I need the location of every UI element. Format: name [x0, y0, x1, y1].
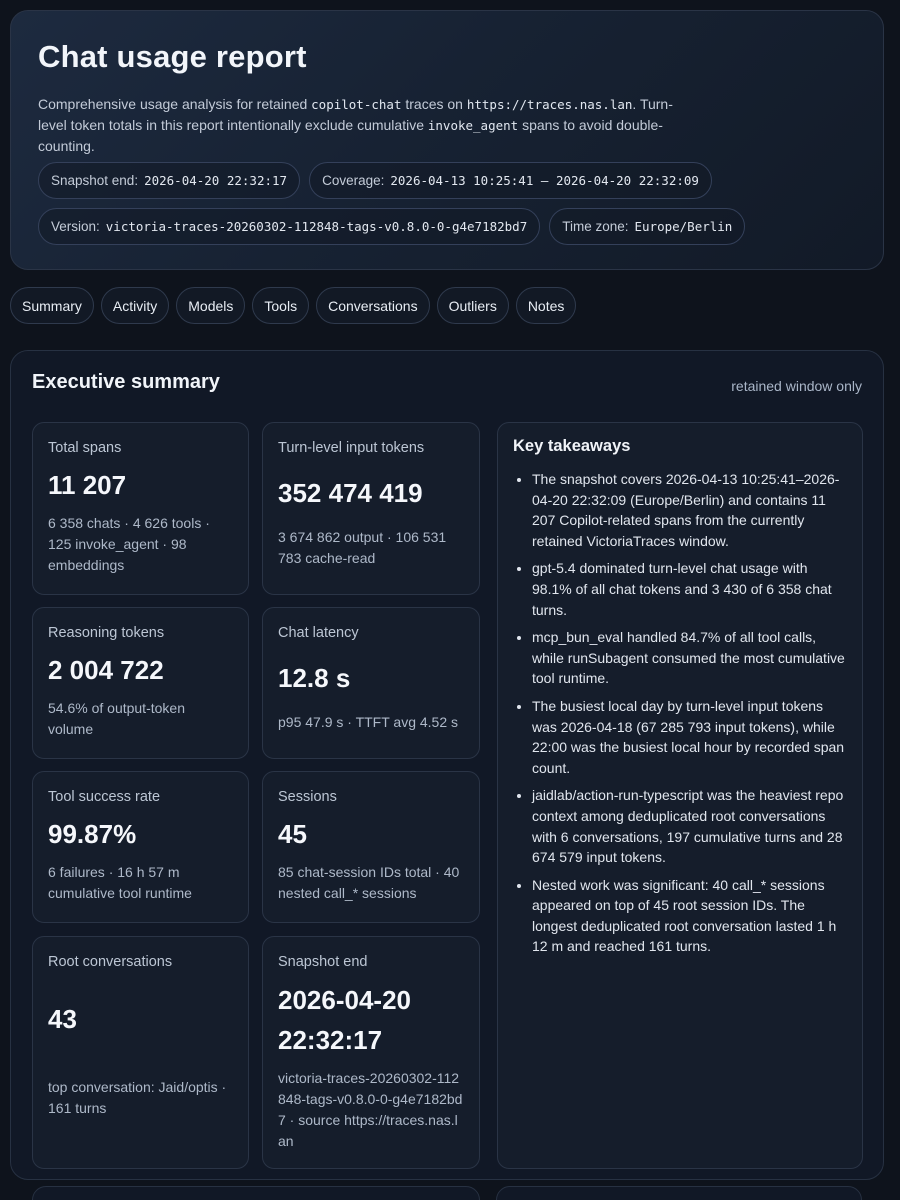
tab-outliers[interactable]: Outliers: [436, 287, 509, 324]
takeaways-title: Key takeaways: [513, 437, 631, 455]
stat-card-tool-success-rate: Tool success rate 99.87% 6 failures · 16…: [32, 771, 249, 923]
stat-card-reasoning-tokens: Reasoning tokens 2 004 722 54.6% of outp…: [32, 607, 249, 759]
stat-card-sessions: Sessions 45 85 chat-session IDs total · …: [262, 771, 480, 923]
stat-card-chat-latency: Chat latency 12.8 s p95 47.9 s · TTFT av…: [262, 607, 480, 759]
stat-card-snapshot-end: Snapshot end 2026-04-20 22:32:17 victori…: [262, 936, 480, 1169]
next-section-card: [32, 1186, 480, 1200]
list-item: mcp_bun_eval handled 84.7% of all tool c…: [532, 627, 847, 689]
key-takeaways-card: Key takeaways The snapshot covers 2026-0…: [497, 422, 863, 1169]
coverage-chip: Coverage: 2026-04-13 10:25:41 – 2026-04-2…: [309, 162, 712, 199]
version-chip: Version: victoria-traces-20260302-112848-…: [38, 208, 541, 245]
metadata-chips: Snapshot end: 2026-04-20 22:32:17 Coverag…: [38, 162, 868, 254]
list-item: jaidlab/action-run-typescript was the he…: [532, 785, 847, 867]
tab-activity[interactable]: Activity: [100, 287, 170, 324]
takeaways-list: The snapshot covers 2026-04-13 10:25:41–…: [513, 469, 847, 957]
snapshot-end-chip: Snapshot end: 2026-04-20 22:32:17: [38, 162, 301, 199]
tab-notes[interactable]: Notes: [515, 287, 577, 324]
tab-tools[interactable]: Tools: [252, 287, 310, 324]
list-item: Nested work was significant: 40 call_* s…: [532, 875, 847, 957]
tab-conversations[interactable]: Conversations: [316, 287, 430, 324]
stat-card-root-conversations: Root conversations 43 top conversation: …: [32, 936, 249, 1169]
list-item: The busiest local day by turn-level inpu…: [532, 696, 847, 778]
list-item: gpt-5.4 dominated turn-level chat usage …: [532, 558, 847, 620]
next-section-card: [496, 1186, 862, 1200]
page-title: Chat usage report: [38, 39, 307, 74]
stat-card-input-tokens: Turn-level input tokens 352 474 419 3 67…: [262, 422, 480, 595]
section-note: retained window only: [731, 378, 862, 394]
report-description: Comprehensive usage analysis for retaine…: [38, 96, 673, 154]
time-zone-chip: Time zone: Europe/Berlin: [549, 208, 746, 245]
tab-summary[interactable]: Summary: [10, 287, 94, 324]
stat-card-total-spans: Total spans 11 207 6 358 chats · 4 626 t…: [32, 422, 249, 595]
report-header: Chat usage report Comprehensive usage an…: [10, 10, 884, 270]
section-title: Executive summary: [32, 371, 220, 393]
executive-summary-panel: Executive summary retained window only T…: [10, 350, 884, 1180]
tab-models[interactable]: Models: [176, 287, 246, 324]
section-tabs: Summary Activity Models Tools Conversati…: [10, 287, 577, 324]
list-item: The snapshot covers 2026-04-13 10:25:41–…: [532, 469, 847, 551]
